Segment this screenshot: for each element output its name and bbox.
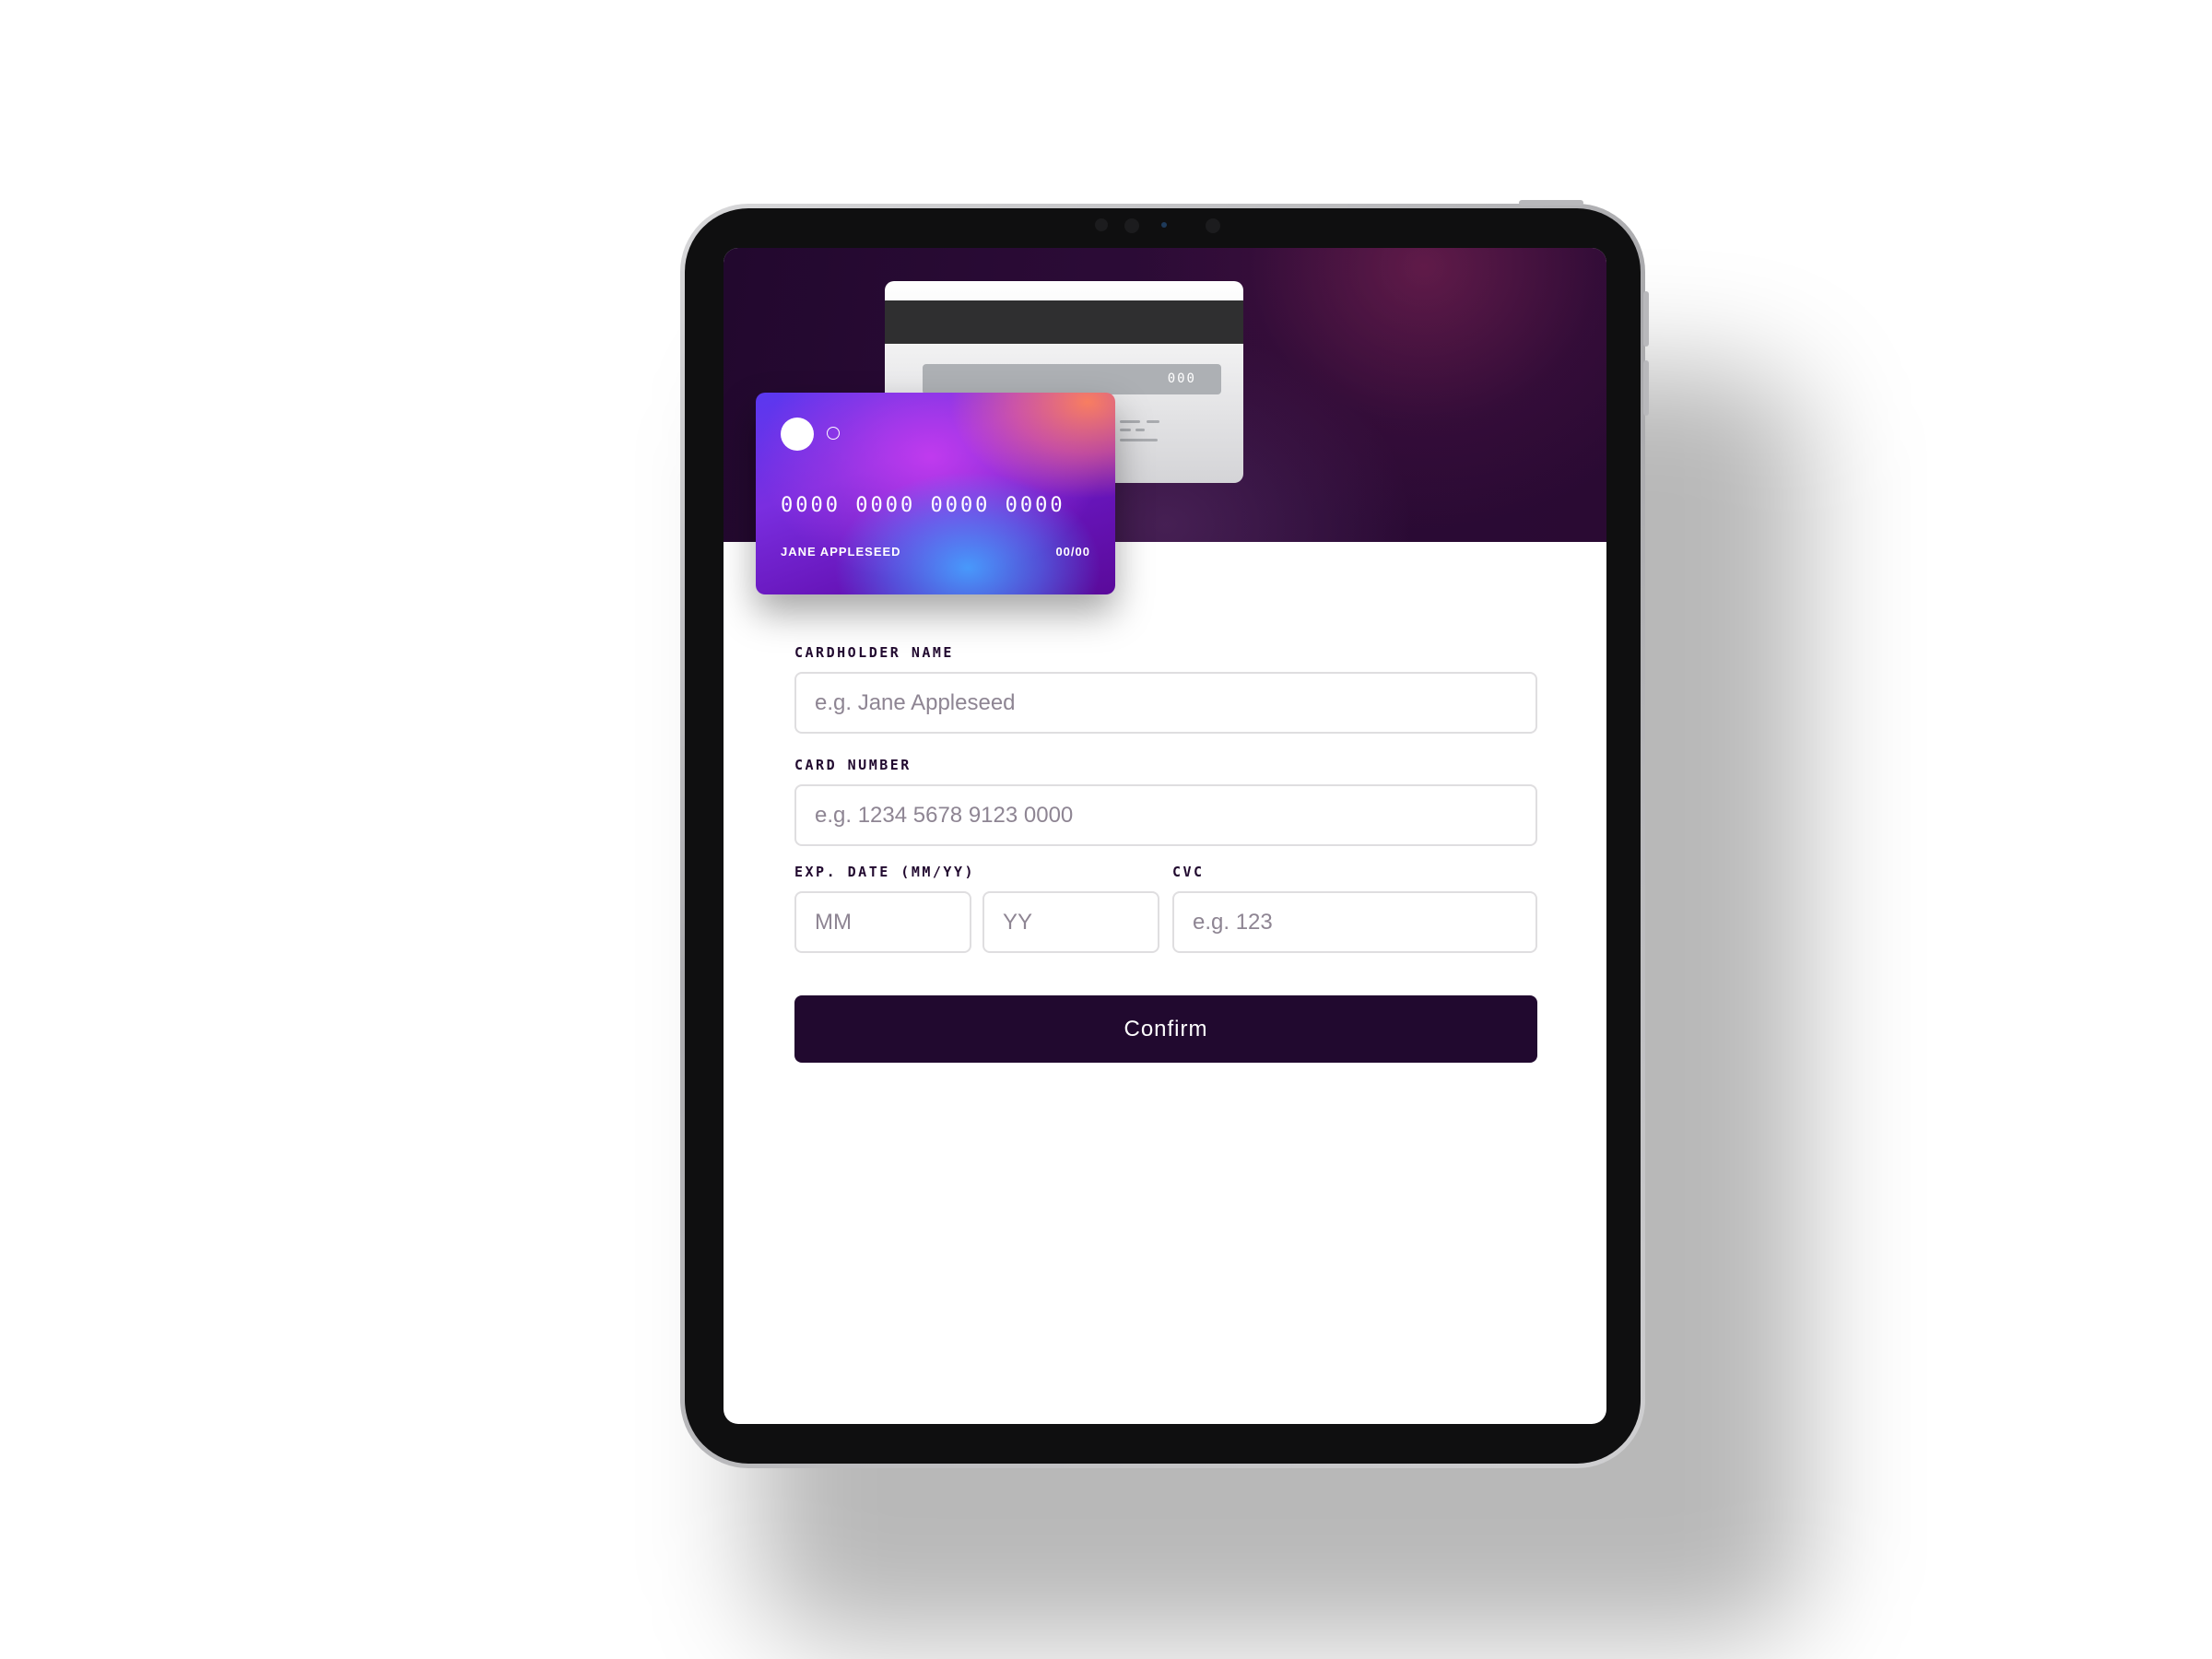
card-logo-outline-circle-icon [827, 427, 840, 440]
stage: 000 0000 0000 0000 0000 JANE APPLESEED 0… [0, 0, 2212, 1659]
device-bezel: 000 0000 0000 0000 0000 JANE APPLESEED 0… [685, 208, 1641, 1464]
cvc-label: CVC [1172, 864, 1205, 880]
card-back-decoration-line [1120, 429, 1131, 431]
card-back-cvc: 000 [1167, 371, 1196, 386]
volume-up-button [1643, 291, 1649, 347]
cvc-input[interactable] [1172, 891, 1537, 953]
card-front-expiry: 00/00 [1055, 545, 1090, 559]
tablet-device: 000 0000 0000 0000 0000 JANE APPLESEED 0… [680, 200, 1649, 1468]
card-front: 0000 0000 0000 0000 JANE APPLESEED 00/00 [756, 393, 1115, 594]
cardholder-name-label: CARDHOLDER NAME [794, 644, 954, 661]
exp-month-input[interactable] [794, 891, 971, 953]
screen: 000 0000 0000 0000 0000 JANE APPLESEED 0… [724, 248, 1606, 1424]
sensor-dot [1206, 218, 1220, 233]
card-preview-header: 000 0000 0000 0000 0000 JANE APPLESEED 0… [724, 248, 1606, 594]
card-front-number: 0000 0000 0000 0000 [781, 494, 1065, 517]
top-button [1519, 200, 1583, 206]
card-number-label: CARD NUMBER [794, 757, 912, 773]
exp-year-input[interactable] [982, 891, 1159, 953]
card-back-decoration-line [1120, 420, 1140, 423]
cardholder-name-input[interactable] [794, 672, 1537, 734]
confirm-button[interactable]: Confirm [794, 995, 1537, 1063]
card-number-input[interactable] [794, 784, 1537, 846]
card-back-decoration-line [1135, 429, 1145, 431]
sensor-dot [1095, 218, 1108, 231]
card-logo-filled-circle-icon [781, 418, 814, 451]
exp-date-label: EXP. DATE (MM/YY) [794, 864, 976, 880]
sensor-dot [1124, 218, 1139, 233]
signature-strip: 000 [923, 364, 1221, 394]
card-back-decoration-line [1147, 420, 1159, 423]
magnetic-stripe [885, 300, 1243, 344]
card-front-name: JANE APPLESEED [781, 545, 901, 559]
card-back-decoration-line [1120, 439, 1158, 441]
volume-down-button [1643, 360, 1649, 416]
camera-lens [1161, 222, 1167, 228]
